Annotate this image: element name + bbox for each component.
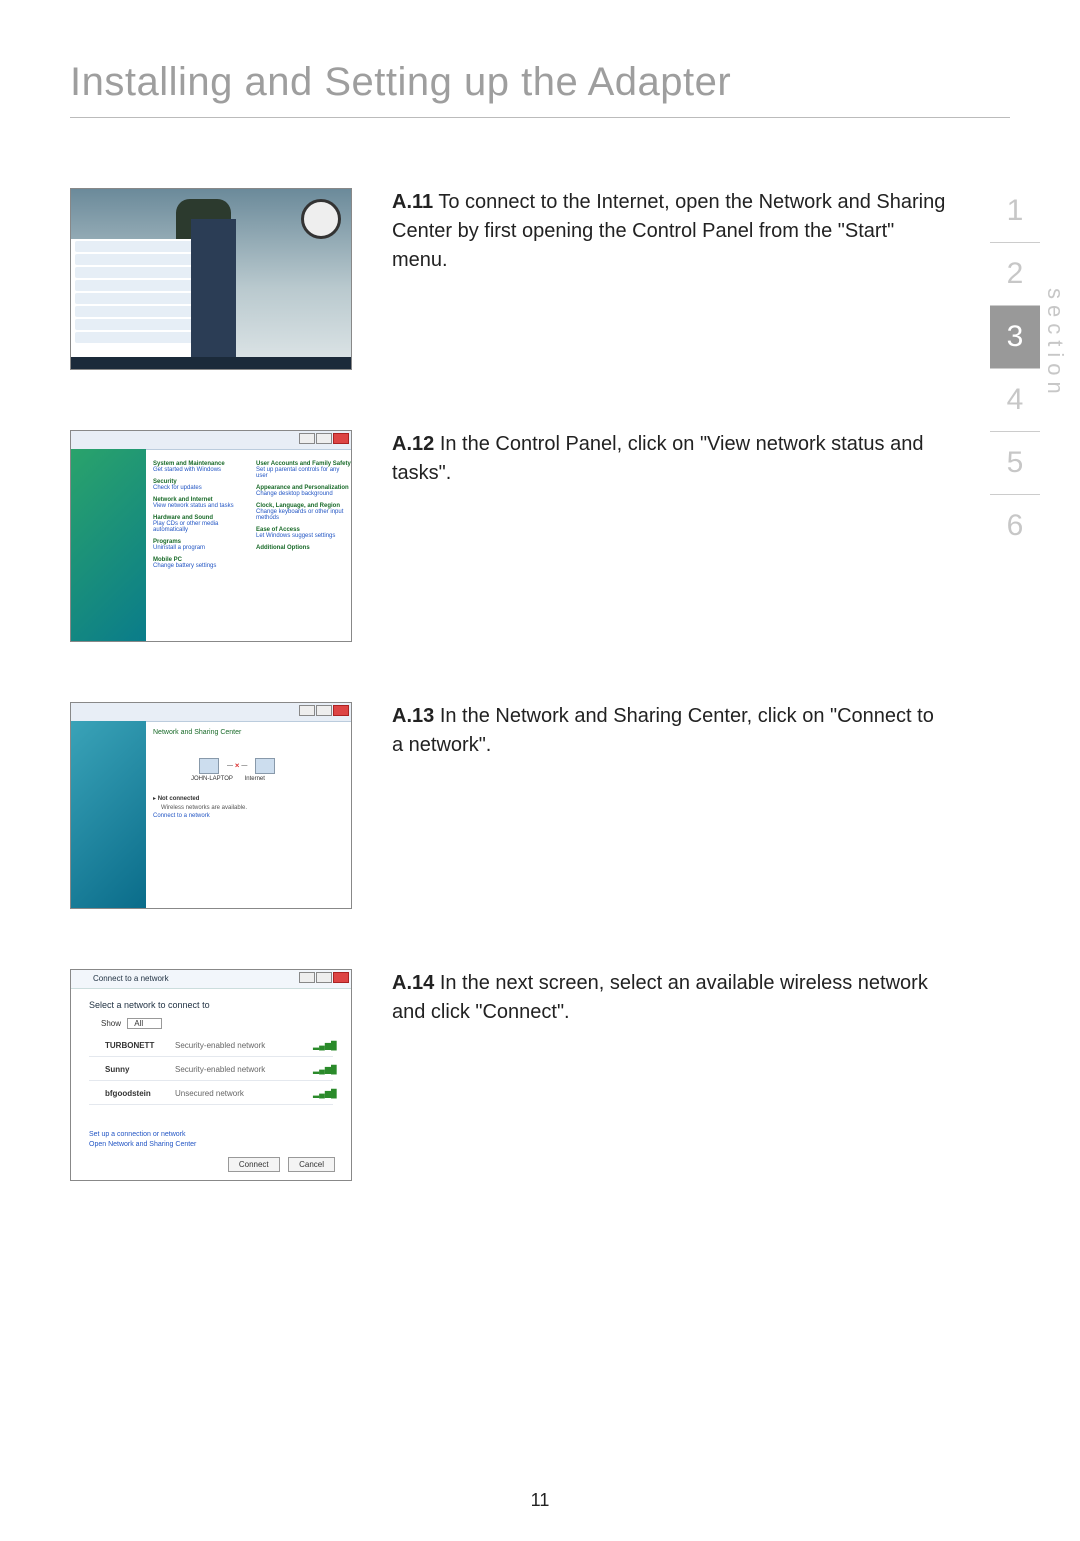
step-a13-body: In the Network and Sharing Center, click… (392, 705, 934, 756)
screenshot-a13: Network and Sharing Center — ✕ — JOHN-LA… (70, 702, 352, 909)
screenshot-a12: System and MaintenanceGet started with W… (70, 430, 352, 642)
section-nav-6[interactable]: 6 (990, 495, 1040, 557)
step-a11-body: To connect to the Internet, open the Net… (392, 191, 945, 271)
page-title: Installing and Setting up the Adapter (70, 60, 1010, 105)
cp-col-b: User Accounts and Family SafetySet up pa… (256, 455, 351, 637)
section-nav-4[interactable]: 4 (990, 369, 1040, 432)
step-a14-body: In the next screen, select an available … (392, 972, 928, 1023)
step-a12-body: In the Control Panel, click on "View net… (392, 433, 923, 484)
dlg-subtitle: Select a network to connect to (89, 1000, 210, 1010)
connect-button[interactable]: Connect (228, 1157, 280, 1172)
screenshot-a14: Connect to a network Select a network to… (70, 969, 352, 1181)
step-a11-num: A.11 (392, 191, 433, 213)
section-nav-5[interactable]: 5 (990, 432, 1040, 495)
step-a14-text: A.14 In the next screen, select an avail… (392, 969, 1010, 1027)
show-dropdown[interactable]: All (127, 1018, 162, 1029)
dlg-title: Connect to a network (93, 974, 169, 983)
step-a12: System and MaintenanceGet started with W… (70, 430, 1010, 642)
section-nav-1[interactable]: 1 (990, 180, 1040, 243)
step-a14: Connect to a network Select a network to… (70, 969, 1010, 1181)
nsc-connect-link: Connect to a network (153, 813, 210, 819)
show-label: Show (101, 1019, 121, 1028)
signal-icon: ▂▄▆█ (313, 1041, 333, 1050)
cp-col-a: System and MaintenanceGet started with W… (153, 455, 248, 637)
nsc-status: Not connected (158, 796, 200, 802)
step-a13-text: A.13 In the Network and Sharing Center, … (392, 702, 1010, 760)
step-a13: Network and Sharing Center — ✕ — JOHN-LA… (70, 702, 1010, 909)
step-a12-num: A.12 (392, 433, 434, 455)
section-nav-3[interactable]: 3 (990, 306, 1040, 369)
network-row-1[interactable]: TURBONETT Security-enabled network ▂▄▆█ (89, 1034, 333, 1057)
nsc-hint: Wireless networks are available. (161, 805, 247, 811)
step-a11-text: A.11 To connect to the Internet, open th… (392, 188, 1010, 275)
signal-icon: ▂▄▆█ (313, 1065, 333, 1074)
screenshot-a11 (70, 188, 352, 370)
section-nav-2[interactable]: 2 (990, 243, 1040, 306)
page-number: 11 (0, 1490, 1080, 1511)
step-a11: A.11 To connect to the Internet, open th… (70, 188, 1010, 370)
section-label: section (1042, 288, 1068, 400)
cancel-button[interactable]: Cancel (288, 1157, 335, 1172)
title-rule (70, 117, 1010, 118)
section-nav: section 1 2 3 4 5 6 (990, 180, 1040, 557)
signal-icon: ▂▄▆█ (313, 1089, 333, 1098)
nsc-diagram: — ✕ — JOHN-LAPTOP Internet (191, 758, 283, 782)
step-a12-text: A.12 In the Control Panel, click on "Vie… (392, 430, 1010, 488)
dlg-links: Set up a connection or network Open Netw… (89, 1130, 196, 1150)
network-row-2[interactable]: Sunny Security-enabled network ▂▄▆█ (89, 1058, 333, 1081)
step-a14-num: A.14 (392, 972, 434, 994)
step-a13-num: A.13 (392, 705, 434, 727)
nsc-header: Network and Sharing Center (153, 729, 241, 736)
network-row-3[interactable]: bfgoodstein Unsecured network ▂▄▆█ (89, 1082, 333, 1105)
